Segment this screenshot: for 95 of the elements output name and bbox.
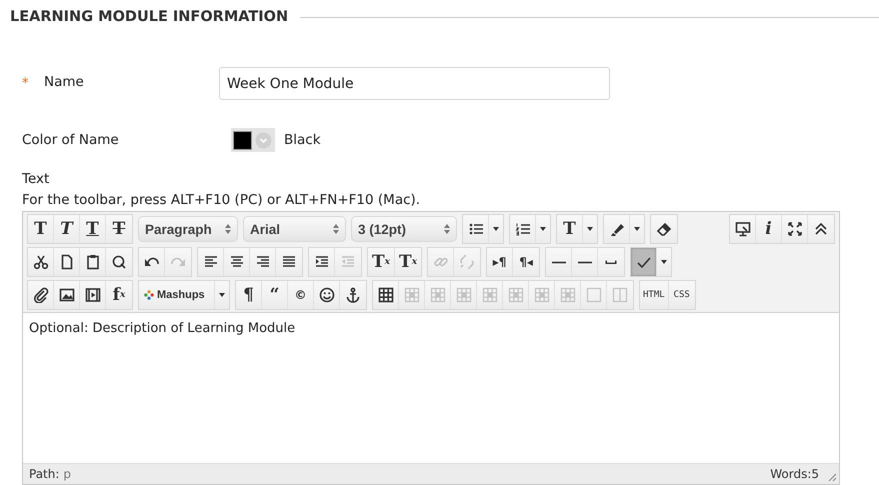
horizontal-rule-icon xyxy=(550,260,567,264)
indent-icon xyxy=(314,254,330,270)
dropdown-select[interactable]: Paragraph xyxy=(138,216,238,242)
color-picker[interactable] xyxy=(231,128,275,152)
path-value[interactable]: p xyxy=(63,467,72,481)
toolbar-button[interactable] xyxy=(510,215,536,243)
table-cell-icon xyxy=(404,287,420,303)
align-right-icon xyxy=(254,254,270,270)
toolbar-button[interactable] xyxy=(463,215,489,243)
format-button[interactable]: T$^{x}$ xyxy=(368,248,396,276)
editor-text[interactable]: Optional: Description of Learning Module xyxy=(23,313,839,463)
monitor-icon xyxy=(734,221,750,237)
toolbar-button[interactable] xyxy=(139,248,165,276)
caret-icon xyxy=(634,227,640,231)
table-cell-icon xyxy=(534,287,550,303)
outdent-icon xyxy=(340,254,356,270)
format-button[interactable]: T xyxy=(54,215,80,243)
caret-icon xyxy=(661,260,668,264)
caret-icon xyxy=(587,227,593,231)
smiley-icon xyxy=(318,287,334,303)
split-square-icon xyxy=(612,287,628,303)
toolbar-button[interactable] xyxy=(198,248,224,276)
format-button[interactable]: “ xyxy=(262,281,288,309)
updown-icon xyxy=(444,224,450,234)
toolbar-button[interactable] xyxy=(604,215,630,243)
format-button[interactable]: T xyxy=(557,215,583,243)
caret-icon xyxy=(540,227,546,231)
bullet-list-icon xyxy=(468,221,484,237)
format-button[interactable]: T xyxy=(80,215,106,243)
color-name: Black xyxy=(284,132,321,148)
updown-icon xyxy=(333,224,339,234)
table-cell-icon xyxy=(560,287,576,303)
eraser-icon xyxy=(656,221,672,237)
field-label: Name xyxy=(44,74,85,90)
field-label: Text xyxy=(21,171,50,187)
word-count: Words:5 xyxy=(770,467,819,481)
expand-icon xyxy=(786,221,802,237)
dots-icon xyxy=(144,290,154,300)
document-icon xyxy=(58,254,74,270)
align-center-icon xyxy=(228,254,244,270)
toolbar-button[interactable] xyxy=(631,248,658,276)
image-icon xyxy=(58,287,74,303)
justify-icon xyxy=(281,254,297,270)
toolbar-button[interactable] xyxy=(28,248,54,276)
table-cell-icon xyxy=(508,287,524,303)
highlighter-icon xyxy=(608,221,624,237)
toolbar-instructions: For the toolbar, press ALT+F10 (PC) or ALT+FN+F10 (Mac). xyxy=(21,192,422,208)
unlink-icon xyxy=(459,254,476,270)
toolbar-button[interactable] xyxy=(730,215,756,243)
table-cell-icon xyxy=(430,287,446,303)
format-button[interactable]: ¶ xyxy=(236,281,262,309)
dropdown-select[interactable]: 3 (12pt) xyxy=(351,216,457,242)
name-field[interactable]: Week One Module xyxy=(219,67,610,100)
mashups-menu[interactable]: Mashups xyxy=(139,281,215,309)
toolbar-button[interactable] xyxy=(314,281,340,309)
toolbar-button[interactable] xyxy=(224,248,250,276)
toolbar-button[interactable] xyxy=(80,281,106,309)
table-icon xyxy=(378,287,394,303)
updown-icon xyxy=(225,224,231,234)
toolbar-button[interactable] xyxy=(28,281,54,309)
section-title: LEARNING MODULE INFORMATION xyxy=(10,9,288,25)
format-button[interactable]: ▸¶ xyxy=(487,248,514,276)
field-label: Color of Name xyxy=(21,132,120,148)
scissors-icon xyxy=(32,254,48,270)
toolbar-button[interactable] xyxy=(782,215,808,243)
format-button[interactable]: i xyxy=(756,215,782,243)
toolbar-button[interactable] xyxy=(250,248,276,276)
thick-rule-icon xyxy=(576,260,593,264)
path-label: Path: xyxy=(29,467,60,481)
dropdown-select[interactable]: Arial xyxy=(243,216,346,242)
toolbar-button[interactable] xyxy=(80,248,106,276)
table-cell-icon xyxy=(456,287,472,303)
paperclip-icon xyxy=(32,287,48,303)
toolbar-button[interactable] xyxy=(54,281,80,309)
required-mark: * xyxy=(21,76,30,91)
format-button[interactable]: HTML xyxy=(640,281,669,309)
numbered-list-icon xyxy=(514,221,530,237)
resize-handle[interactable] xyxy=(827,472,837,482)
anchor-icon xyxy=(345,287,361,303)
space-icon xyxy=(605,260,618,264)
toolbar-button[interactable] xyxy=(54,248,80,276)
double-chevron-icon xyxy=(813,221,829,237)
format-button[interactable]: T xyxy=(28,215,54,243)
caret-icon xyxy=(219,293,225,297)
align-left-icon xyxy=(202,254,218,270)
caret-icon xyxy=(493,227,499,231)
square-icon xyxy=(586,287,602,303)
search-icon xyxy=(111,254,127,270)
toolbar-button[interactable] xyxy=(373,281,399,309)
toolbar-button[interactable] xyxy=(309,248,335,276)
format-button[interactable]: © xyxy=(288,281,314,309)
clipboard-icon xyxy=(84,254,100,270)
table-cell-icon xyxy=(482,287,498,303)
chevron-down-icon xyxy=(255,132,272,148)
film-icon xyxy=(84,287,100,303)
